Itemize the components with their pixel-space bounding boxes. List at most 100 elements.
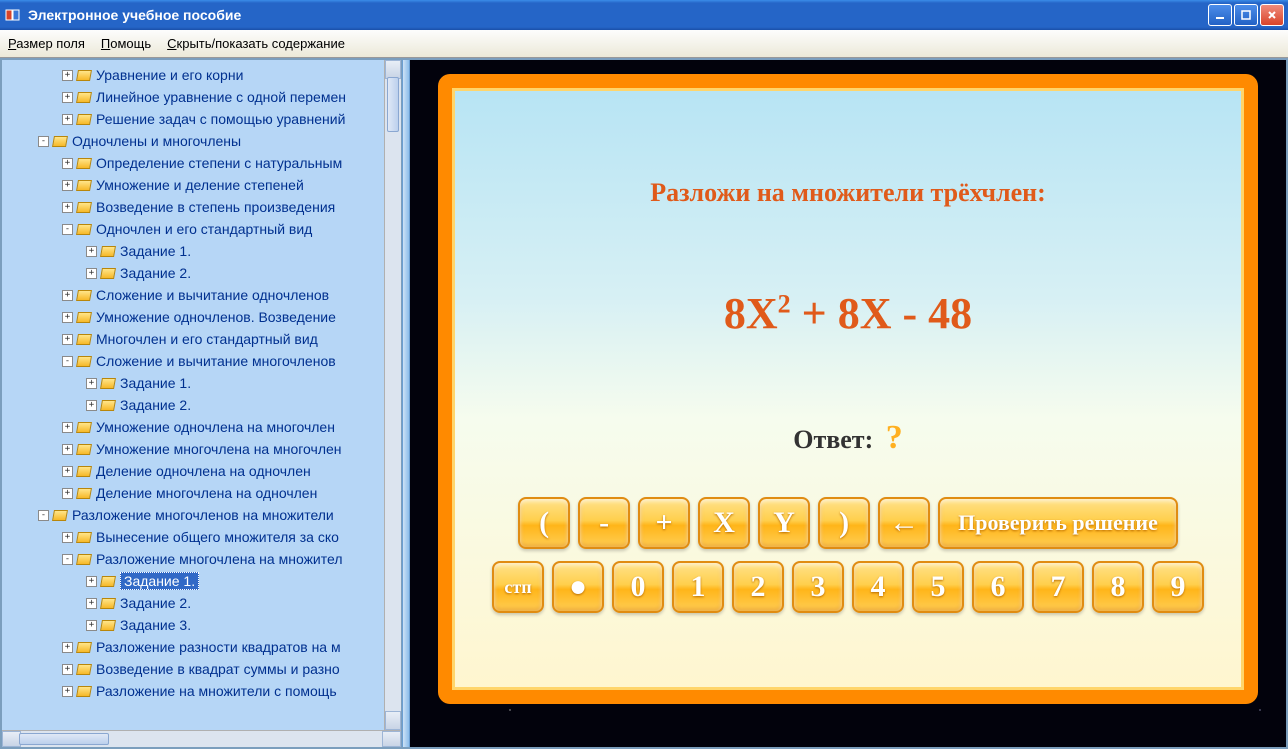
- maximize-button[interactable]: [1234, 4, 1258, 26]
- keypad-key[interactable]: ): [818, 497, 870, 549]
- keypad-key[interactable]: 9: [1152, 561, 1204, 613]
- tree-item-label[interactable]: Определение степени с натуральным: [96, 155, 342, 171]
- tree-item-label[interactable]: Одночлен и его стандартный вид: [96, 221, 312, 237]
- tree-item[interactable]: +Возведение в квадрат суммы и разно: [2, 658, 384, 680]
- tree-item[interactable]: +Определение степени с натуральным: [2, 152, 384, 174]
- tree-item[interactable]: - Сложение и вычитание многочленов: [2, 350, 384, 372]
- tree-item-label[interactable]: Умножение многочлена на многочлен: [96, 441, 342, 457]
- tree-item-label[interactable]: Разложение разности квадратов на м: [96, 639, 341, 655]
- keypad-key[interactable]: 8: [1092, 561, 1144, 613]
- expand-icon[interactable]: +: [86, 246, 97, 257]
- expand-icon[interactable]: +: [86, 400, 97, 411]
- tree-item[interactable]: + Решение задач с помощью уравнений: [2, 108, 384, 130]
- tree-item[interactable]: + Разложение разности квадратов на м: [2, 636, 384, 658]
- tree-item[interactable]: -Одночлен и его стандартный вид: [2, 218, 384, 240]
- expand-icon[interactable]: -: [38, 510, 49, 521]
- expand-icon[interactable]: +: [62, 92, 73, 103]
- expand-icon[interactable]: +: [62, 290, 73, 301]
- tree-item[interactable]: + Линейное уравнение с одной перемен: [2, 86, 384, 108]
- horizontal-scrollbar[interactable]: [2, 730, 401, 747]
- tree-item[interactable]: + Задание 2.: [2, 592, 384, 614]
- keypad-key[interactable]: X: [698, 497, 750, 549]
- expand-icon[interactable]: -: [62, 356, 73, 367]
- keypad-key[interactable]: (: [518, 497, 570, 549]
- tree-item-label[interactable]: Линейное уравнение с одной перемен: [96, 89, 346, 105]
- tree[interactable]: + Уравнение и его корни + Линейное уравнени…: [2, 60, 384, 730]
- keypad-key[interactable]: -: [578, 497, 630, 549]
- tree-item-label[interactable]: Разложение многочленов на множители: [72, 507, 334, 523]
- keypad-key[interactable]: 7: [1032, 561, 1084, 613]
- tree-item[interactable]: + Деление одночлена на одночлен: [2, 460, 384, 482]
- tree-item-label[interactable]: Одночлены и многочлены: [72, 133, 241, 149]
- tree-item-label[interactable]: Сложение и вычитание одночленов: [96, 287, 329, 303]
- keypad-key[interactable]: 4: [852, 561, 904, 613]
- expand-icon[interactable]: +: [62, 70, 73, 81]
- tree-item-label[interactable]: Возведение в степень произведения: [96, 199, 335, 215]
- tree-item[interactable]: + Задание 1.: [2, 240, 384, 262]
- tree-item[interactable]: + Задание 3.: [2, 614, 384, 636]
- minimize-button[interactable]: [1208, 4, 1232, 26]
- tree-item[interactable]: - Разложение многочлена на множител: [2, 548, 384, 570]
- tree-item-label[interactable]: Деление многочлена на одночлен: [96, 485, 317, 501]
- expand-icon[interactable]: -: [62, 554, 73, 565]
- expand-icon[interactable]: +: [62, 444, 73, 455]
- tree-item-label[interactable]: Разложение многочлена на множител: [96, 551, 343, 567]
- tree-item-label[interactable]: Возведение в квадрат суммы и разно: [96, 661, 340, 677]
- expand-icon[interactable]: +: [62, 202, 73, 213]
- tree-item-label[interactable]: Уравнение и его корни: [96, 67, 243, 83]
- tree-item-label[interactable]: Умножение и деление степеней: [96, 177, 304, 193]
- tree-item-label[interactable]: Многочлен и его стандартный вид: [96, 331, 318, 347]
- tree-item-label[interactable]: Вынесение общего множителя за ско: [96, 529, 339, 545]
- tree-item-label[interactable]: Решение задач с помощью уравнений: [96, 111, 345, 127]
- tree-item-label[interactable]: Умножение одночлена на многочлен: [96, 419, 335, 435]
- tree-item-label[interactable]: Задание 3.: [120, 617, 191, 633]
- expand-icon[interactable]: +: [62, 532, 73, 543]
- tree-item[interactable]: +Разложение на множители с помощь: [2, 680, 384, 702]
- expand-icon[interactable]: +: [62, 422, 73, 433]
- tree-item-label[interactable]: Деление одночлена на одночлен: [96, 463, 311, 479]
- check-solution-button[interactable]: Проверить решение: [938, 497, 1178, 549]
- tree-item-label[interactable]: Задание 1.: [120, 375, 191, 391]
- tree-item[interactable]: + Возведение в степень произведения: [2, 196, 384, 218]
- expand-icon[interactable]: +: [62, 642, 73, 653]
- tree-item-label[interactable]: Сложение и вычитание многочленов: [96, 353, 336, 369]
- keypad-key[interactable]: ←: [878, 497, 930, 549]
- tree-item[interactable]: + Сложение и вычитание одночленов: [2, 284, 384, 306]
- tree-item[interactable]: + Задание 1.: [2, 372, 384, 394]
- menu-help[interactable]: Помощь: [101, 36, 151, 51]
- menu-size[interactable]: Размер поля: [8, 36, 85, 51]
- expand-icon[interactable]: -: [38, 136, 49, 147]
- keypad-key[interactable]: 3: [792, 561, 844, 613]
- tree-item[interactable]: - Разложение многочленов на множители: [2, 504, 384, 526]
- tree-item-label[interactable]: Задание 1.: [120, 572, 199, 590]
- expand-icon[interactable]: +: [62, 180, 73, 191]
- tree-item-label[interactable]: Задание 1.: [120, 243, 191, 259]
- expand-icon[interactable]: +: [62, 686, 73, 697]
- tree-item[interactable]: +Задание 2.: [2, 262, 384, 284]
- tree-item[interactable]: + Умножение и деление степеней: [2, 174, 384, 196]
- tree-item-label[interactable]: Задание 2.: [120, 397, 191, 413]
- expand-icon[interactable]: +: [86, 620, 97, 631]
- tree-item[interactable]: + Уравнение и его корни: [2, 64, 384, 86]
- keypad-key[interactable]: ●: [552, 561, 604, 613]
- vertical-scrollbar[interactable]: [384, 60, 401, 730]
- expand-icon[interactable]: +: [62, 114, 73, 125]
- keypad-key[interactable]: 6: [972, 561, 1024, 613]
- keypad-key[interactable]: 2: [732, 561, 784, 613]
- expand-icon[interactable]: +: [62, 466, 73, 477]
- keypad-key[interactable]: 0: [612, 561, 664, 613]
- expand-icon[interactable]: +: [62, 488, 73, 499]
- expand-icon[interactable]: +: [86, 598, 97, 609]
- tree-item[interactable]: +Умножение одночленов. Возведение: [2, 306, 384, 328]
- expand-icon[interactable]: +: [62, 312, 73, 323]
- tree-item[interactable]: + Умножение одночлена на многочлен: [2, 416, 384, 438]
- keypad-key[interactable]: +: [638, 497, 690, 549]
- expand-icon[interactable]: +: [86, 268, 97, 279]
- tree-item[interactable]: +Задание 1.: [2, 570, 384, 592]
- tree-item[interactable]: + Деление многочлена на одночлен: [2, 482, 384, 504]
- expand-icon[interactable]: +: [86, 378, 97, 389]
- keypad-key[interactable]: стп: [492, 561, 544, 613]
- tree-item[interactable]: +Многочлен и его стандартный вид: [2, 328, 384, 350]
- tree-item-label[interactable]: Задание 2.: [120, 595, 191, 611]
- tree-item[interactable]: - Одночлены и многочлены: [2, 130, 384, 152]
